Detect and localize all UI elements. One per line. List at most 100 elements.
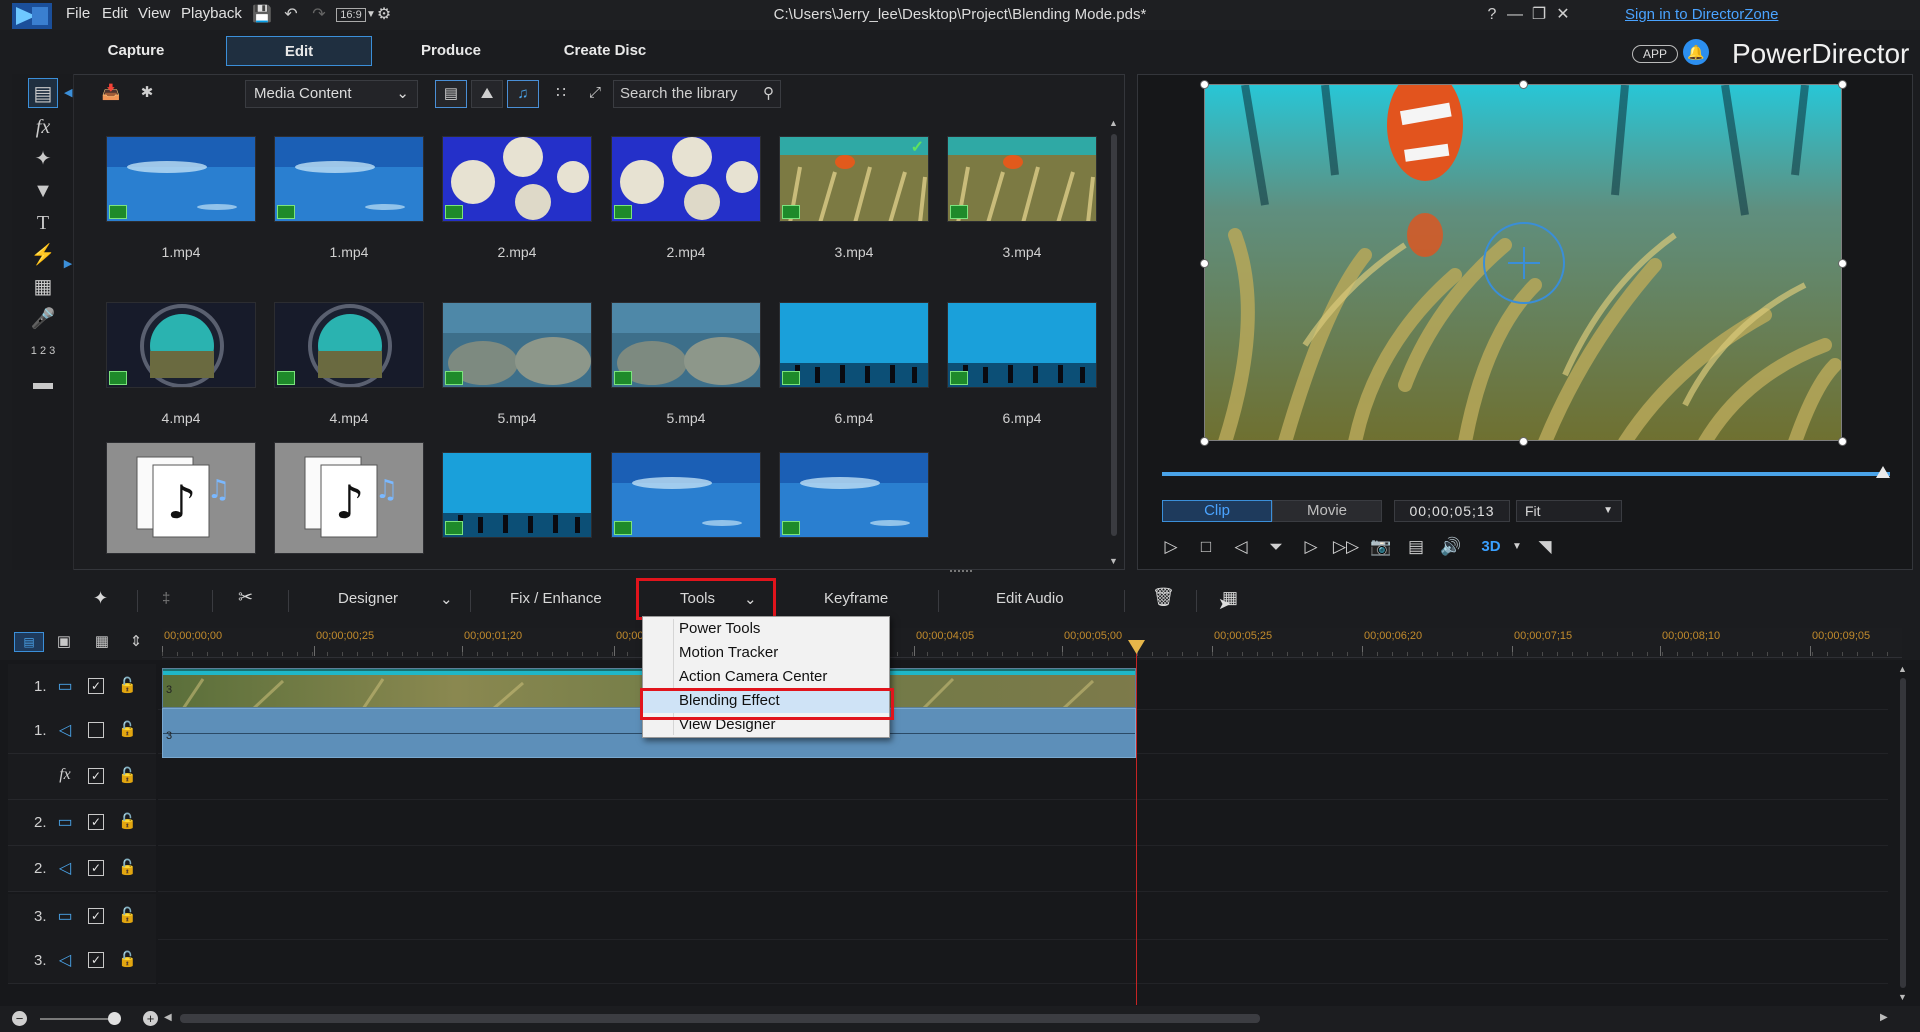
stop-icon[interactable]: □	[1191, 534, 1221, 560]
minimize-icon[interactable]: —	[1503, 4, 1527, 26]
menu-item-motion-tracker[interactable]: Motion Tracker	[643, 641, 889, 665]
panel-resize-grip[interactable]	[950, 570, 972, 574]
scroll-thumb[interactable]	[1900, 678, 1906, 988]
scroll-up-icon[interactable]: ▲	[1109, 118, 1119, 128]
media-thumbnail[interactable]	[779, 452, 929, 538]
track-enable-checkbox[interactable]: ✓	[88, 908, 104, 924]
voice-over-room-icon[interactable]: 🎤	[28, 304, 58, 334]
scroll-down-icon[interactable]: ▼	[1898, 992, 1907, 1002]
chapter-room-icon[interactable]: 1 2 3	[28, 336, 58, 366]
resize-handle-top-left[interactable]	[1200, 80, 1209, 89]
track-header-video[interactable]: 2. ▭ ✓ 🔓	[8, 800, 156, 846]
save-icon[interactable]: 💾	[251, 4, 273, 26]
scroll-down-icon[interactable]: ▼	[1109, 556, 1119, 566]
keyframe-button[interactable]: Keyframe	[824, 590, 888, 607]
designer-button[interactable]: Designer	[338, 590, 398, 607]
track-header-audio[interactable]: 3. ◁ ✓ 🔓	[8, 938, 156, 984]
clip-mode-tab[interactable]: Clip	[1162, 500, 1272, 522]
zoom-fit-select[interactable]: Fit ▼	[1516, 500, 1622, 522]
preview-video[interactable]	[1204, 84, 1842, 441]
resize-handle-bottom-right[interactable]	[1838, 437, 1847, 446]
track-header-video[interactable]: 3. ▭ ✓ 🔓	[8, 894, 156, 940]
help-button[interactable]: ?	[1480, 4, 1504, 26]
thumbnail-size-icon[interactable]: ⤢	[579, 80, 611, 108]
media-thumbnail[interactable]	[947, 302, 1097, 388]
restore-icon[interactable]: ❐	[1527, 4, 1551, 26]
media-thumbnail[interactable]	[106, 302, 256, 388]
movie-mode-tab[interactable]: Movie	[1272, 500, 1382, 522]
media-thumbnail[interactable]: ♪ ♫	[106, 442, 256, 554]
tab-create-disc[interactable]: Create Disc	[540, 36, 670, 66]
close-icon[interactable]: ✕	[1551, 4, 1575, 26]
undock-preview-icon[interactable]: ◥	[1530, 534, 1560, 560]
track-row[interactable]	[158, 894, 1888, 940]
view-grid-icon[interactable]: ∷	[545, 80, 577, 108]
app-logo-icon[interactable]	[12, 3, 52, 29]
trim-icon[interactable]: ‡	[162, 590, 170, 607]
collapse-arrow-icon[interactable]: ◀	[64, 86, 72, 99]
delete-trash-icon[interactable]: 🗑	[1152, 587, 1175, 608]
track-row[interactable]	[158, 846, 1888, 892]
track-lock-icon[interactable]: 🔓	[118, 812, 137, 830]
designer-chevron-icon[interactable]: ⌄	[440, 590, 453, 608]
scroll-right-icon[interactable]: ▶	[1880, 1012, 1888, 1023]
transition-room-icon[interactable]: ⚡	[28, 240, 58, 270]
zoom-in-icon[interactable]: +	[143, 1011, 158, 1026]
subtitle-room-icon[interactable]: ▬	[28, 368, 58, 398]
seek-slider-handle[interactable]	[1876, 466, 1890, 478]
track-lock-icon[interactable]: 🔓	[118, 950, 137, 968]
audio-mixing-room-icon[interactable]: ▦	[28, 272, 58, 302]
media-content-select[interactable]: Media Content ⌄	[245, 80, 418, 108]
fx-room-icon[interactable]: fx	[28, 112, 58, 142]
media-thumbnail[interactable]	[274, 136, 424, 222]
resize-handle-right[interactable]	[1838, 259, 1847, 268]
zoom-out-icon[interactable]: −	[12, 1011, 27, 1026]
track-header-audio[interactable]: 1. ◁ 🔓	[8, 708, 156, 754]
settings-gear-icon[interactable]: ⚙	[373, 4, 395, 26]
track-enable-checkbox[interactable]: ✓	[88, 814, 104, 830]
tab-produce[interactable]: Produce	[390, 36, 512, 66]
track-header-video[interactable]: 1. ▭ ✓ 🔓	[8, 664, 156, 710]
play-icon[interactable]: ▷	[1156, 534, 1186, 560]
media-thumbnail[interactable]	[442, 452, 592, 538]
volume-icon[interactable]: 🔊	[1436, 534, 1466, 560]
timeline-horizontal-scroll-thumb[interactable]	[180, 1014, 1260, 1023]
library-scrollbar[interactable]: ▲ ▼	[1109, 118, 1119, 568]
scroll-up-icon[interactable]: ▲	[1898, 664, 1907, 674]
app-badge[interactable]: APP	[1632, 45, 1678, 63]
resize-handle-top-right[interactable]	[1838, 80, 1847, 89]
track-lock-icon[interactable]: 🔓	[118, 906, 137, 924]
zoom-slider-handle[interactable]	[108, 1012, 121, 1025]
fast-forward-icon[interactable]: ▷▷	[1331, 534, 1361, 560]
threed-dropdown-icon[interactable]: ▼	[1502, 534, 1532, 560]
filter-image-icon[interactable]: ⛰	[471, 80, 503, 108]
timecode-field[interactable]: 00;00;05;13	[1394, 500, 1510, 522]
magic-tools-icon[interactable]: ✦	[93, 588, 108, 609]
signin-link[interactable]: Sign in to DirectorZone	[1625, 6, 1778, 23]
media-thumbnail[interactable]	[611, 136, 761, 222]
split-scissors-icon[interactable]: ✂	[238, 587, 253, 608]
expand-arrow-icon[interactable]: ▶	[62, 252, 74, 276]
tab-edit[interactable]: Edit	[226, 36, 372, 66]
track-enable-checkbox[interactable]	[88, 722, 104, 738]
previous-frame-icon[interactable]: ◁	[1226, 534, 1256, 560]
menu-view[interactable]: View	[138, 5, 170, 22]
search-icon[interactable]: ⚲	[763, 81, 774, 107]
redo-icon[interactable]: ↷	[308, 4, 330, 26]
menu-file[interactable]: File	[66, 5, 90, 22]
media-thumbnail[interactable]	[106, 136, 256, 222]
track-row[interactable]	[158, 938, 1888, 984]
timeline-view-icon[interactable]: ▤	[14, 632, 44, 652]
media-thumbnail[interactable]	[611, 302, 761, 388]
track-header-audio[interactable]: 2. ◁ ✓ 🔓	[8, 846, 156, 892]
resize-handle-left[interactable]	[1200, 259, 1209, 268]
media-thumbnail[interactable]	[442, 136, 592, 222]
storyboard-view-icon[interactable]: ▣	[50, 632, 78, 652]
timeline-playhead[interactable]	[1136, 640, 1137, 1005]
scroll-left-icon[interactable]: ◀	[164, 1012, 172, 1023]
tab-capture[interactable]: Capture	[75, 36, 197, 66]
track-enable-checkbox[interactable]: ✓	[88, 860, 104, 876]
zoom-slider-track[interactable]	[40, 1018, 114, 1020]
undo-icon[interactable]: ↶	[280, 4, 302, 26]
library-search-input[interactable]: Search the library ⚲	[613, 80, 781, 108]
